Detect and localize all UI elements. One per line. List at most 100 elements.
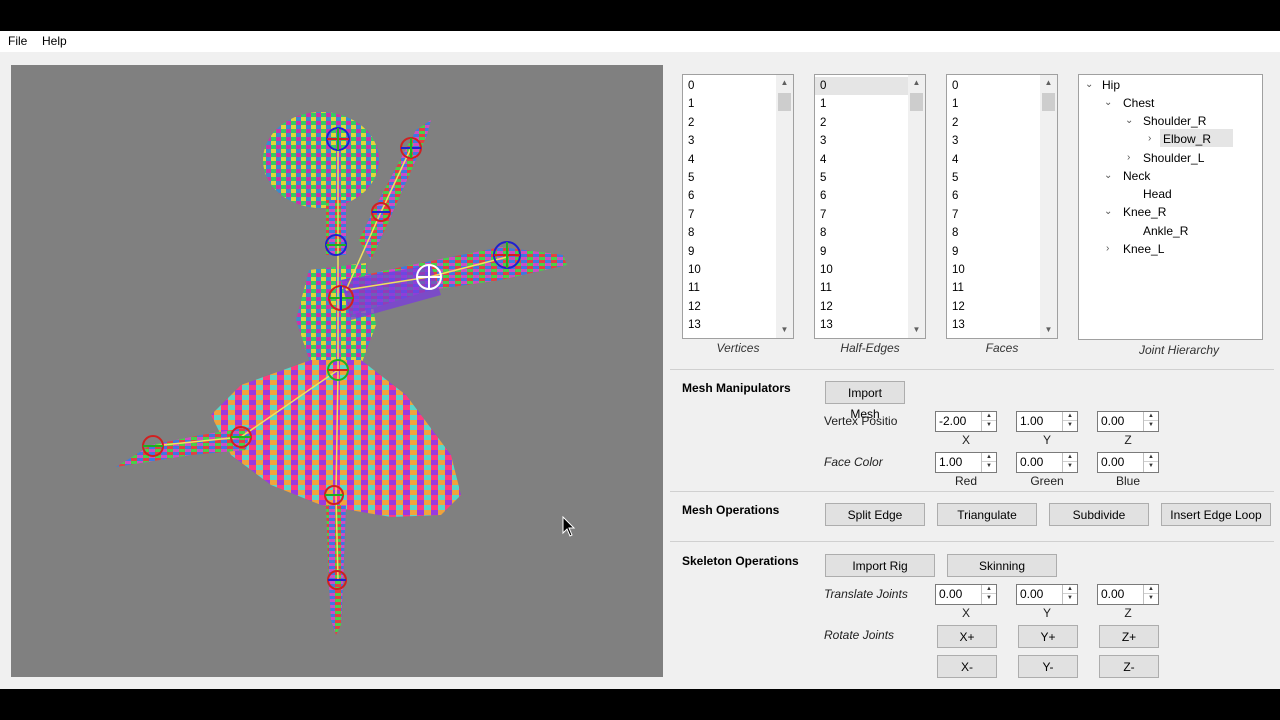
- list-item[interactable]: 7: [947, 206, 1041, 224]
- translate-z-value[interactable]: 0.00: [1101, 587, 1124, 601]
- list-item[interactable]: 6: [947, 187, 1041, 205]
- scroll-down-icon[interactable]: ▼: [1040, 322, 1057, 338]
- faces-scrollbar[interactable]: ▲ ▼: [1040, 75, 1057, 338]
- scroll-thumb[interactable]: [778, 93, 791, 111]
- insert-edge-loop-button[interactable]: Insert Edge Loop: [1161, 503, 1271, 526]
- tree-node-ankle-r[interactable]: Ankle_R: [1143, 222, 1188, 240]
- spin-up-icon[interactable]: ▲: [1144, 585, 1158, 594]
- list-item[interactable]: 13: [815, 316, 909, 334]
- half-edges-list[interactable]: 0 1 2 3 4 5 6 7 8 9 10 11 12 13 ▲ ▼: [814, 74, 926, 339]
- joint-gizmo-chest[interactable]: [328, 285, 354, 311]
- chevron-down-icon[interactable]: ⌄: [1104, 167, 1112, 185]
- list-item[interactable]: 7: [815, 206, 909, 224]
- spin-up-icon[interactable]: ▲: [982, 585, 996, 594]
- list-item[interactable]: 5: [947, 169, 1041, 187]
- spin-down-icon[interactable]: ▼: [982, 421, 996, 430]
- list-item[interactable]: 2: [815, 114, 909, 132]
- tree-node-hip[interactable]: Hip: [1102, 76, 1120, 94]
- list-item[interactable]: 12: [815, 298, 909, 316]
- rotate-x-plus-button[interactable]: X+: [937, 625, 997, 648]
- list-item[interactable]: 4: [683, 151, 777, 169]
- face-green-value[interactable]: 0.00: [1020, 455, 1043, 469]
- scroll-thumb[interactable]: [910, 93, 923, 111]
- spin-up-icon[interactable]: ▲: [982, 453, 996, 462]
- list-item[interactable]: 9: [683, 243, 777, 261]
- list-item[interactable]: 9: [815, 243, 909, 261]
- rotate-y-plus-button[interactable]: Y+: [1018, 625, 1078, 648]
- import-rig-button[interactable]: Import Rig: [825, 554, 935, 577]
- chevron-down-icon[interactable]: ⌄: [1085, 76, 1093, 94]
- vertex-y-spinbox[interactable]: 1.00 ▲ ▼: [1016, 411, 1078, 432]
- scroll-thumb[interactable]: [1042, 93, 1055, 111]
- vertex-x-spinbox[interactable]: -2.00 ▲ ▼: [935, 411, 997, 432]
- scroll-up-icon[interactable]: ▲: [1040, 75, 1057, 91]
- skinning-button[interactable]: Skinning: [947, 554, 1057, 577]
- list-item[interactable]: 8: [683, 224, 777, 242]
- tree-node-shoulder-r[interactable]: Shoulder_R: [1143, 112, 1206, 130]
- spin-down-icon[interactable]: ▼: [1063, 421, 1077, 430]
- rotate-x-minus-button[interactable]: X-: [937, 655, 997, 678]
- split-edge-button[interactable]: Split Edge: [825, 503, 925, 526]
- faces-list[interactable]: 0 1 2 3 4 5 6 7 8 9 10 11 12 13 ▲ ▼: [946, 74, 1058, 339]
- list-item[interactable]: 5: [815, 169, 909, 187]
- scroll-up-icon[interactable]: ▲: [908, 75, 925, 91]
- list-item[interactable]: 11: [947, 279, 1041, 297]
- scroll-up-icon[interactable]: ▲: [776, 75, 793, 91]
- chevron-right-icon[interactable]: ›: [1127, 149, 1130, 167]
- list-item[interactable]: 13: [683, 316, 777, 334]
- tree-node-chest[interactable]: Chest: [1123, 94, 1154, 112]
- vertices-scrollbar[interactable]: ▲ ▼: [776, 75, 793, 338]
- joint-gizmo-head[interactable]: [326, 127, 350, 151]
- import-mesh-button[interactable]: Import Mesh: [825, 381, 905, 421]
- triangulate-button[interactable]: Triangulate: [937, 503, 1037, 526]
- tree-node-elbow-r[interactable]: Elbow_R: [1163, 130, 1211, 148]
- spin-down-icon[interactable]: ▼: [1063, 462, 1077, 471]
- face-red-spinbox[interactable]: 1.00 ▲ ▼: [935, 452, 997, 473]
- list-item[interactable]: 13: [947, 316, 1041, 334]
- tree-node-knee-l[interactable]: Knee_L: [1123, 240, 1164, 258]
- list-item[interactable]: 1: [947, 95, 1041, 113]
- list-item[interactable]: 1: [815, 95, 909, 113]
- list-item[interactable]: 3: [815, 132, 909, 150]
- spin-down-icon[interactable]: ▼: [982, 594, 996, 603]
- list-item[interactable]: 10: [683, 261, 777, 279]
- list-item[interactable]: 11: [815, 279, 909, 297]
- chevron-down-icon[interactable]: ⌄: [1125, 112, 1133, 130]
- list-item[interactable]: 0: [683, 77, 777, 95]
- half-edges-scrollbar[interactable]: ▲ ▼: [908, 75, 925, 338]
- spin-down-icon[interactable]: ▼: [982, 462, 996, 471]
- list-item[interactable]: 3: [683, 132, 777, 150]
- spin-up-icon[interactable]: ▲: [1144, 412, 1158, 421]
- chevron-down-icon[interactable]: ⌄: [1104, 203, 1112, 221]
- scroll-down-icon[interactable]: ▼: [908, 322, 925, 338]
- list-item[interactable]: 0: [947, 77, 1041, 95]
- list-item-selected[interactable]: 0: [815, 77, 909, 96]
- spin-down-icon[interactable]: ▼: [1063, 594, 1077, 603]
- vertex-z-spinbox[interactable]: 0.00 ▲ ▼: [1097, 411, 1159, 432]
- translate-x-spinbox[interactable]: 0.00 ▲ ▼: [935, 584, 997, 605]
- tree-node-shoulder-l[interactable]: Shoulder_L: [1143, 149, 1204, 167]
- spin-up-icon[interactable]: ▲: [982, 412, 996, 421]
- vertex-x-value[interactable]: -2.00: [939, 414, 966, 428]
- face-blue-value[interactable]: 0.00: [1101, 455, 1124, 469]
- translate-x-value[interactable]: 0.00: [939, 587, 962, 601]
- list-item[interactable]: 8: [947, 224, 1041, 242]
- scroll-down-icon[interactable]: ▼: [776, 322, 793, 338]
- list-item[interactable]: 8: [815, 224, 909, 242]
- tree-node-head[interactable]: Head: [1143, 185, 1172, 203]
- face-blue-spinbox[interactable]: 0.00 ▲ ▼: [1097, 452, 1159, 473]
- vertex-z-value[interactable]: 0.00: [1101, 414, 1124, 428]
- menu-file[interactable]: File: [8, 34, 27, 48]
- list-item[interactable]: 7: [683, 206, 777, 224]
- list-item[interactable]: 12: [683, 298, 777, 316]
- chevron-right-icon[interactable]: ›: [1148, 130, 1151, 148]
- rotate-z-minus-button[interactable]: Z-: [1099, 655, 1159, 678]
- list-item[interactable]: 4: [815, 151, 909, 169]
- spin-up-icon[interactable]: ▲: [1144, 453, 1158, 462]
- list-item[interactable]: 12: [947, 298, 1041, 316]
- face-green-spinbox[interactable]: 0.00 ▲ ▼: [1016, 452, 1078, 473]
- vertices-list[interactable]: 0 1 2 3 4 5 6 7 8 9 10 11 12 13 ▲ ▼: [682, 74, 794, 339]
- translate-z-spinbox[interactable]: 0.00 ▲ ▼: [1097, 584, 1159, 605]
- spin-up-icon[interactable]: ▲: [1063, 453, 1077, 462]
- chevron-right-icon[interactable]: ›: [1106, 240, 1109, 258]
